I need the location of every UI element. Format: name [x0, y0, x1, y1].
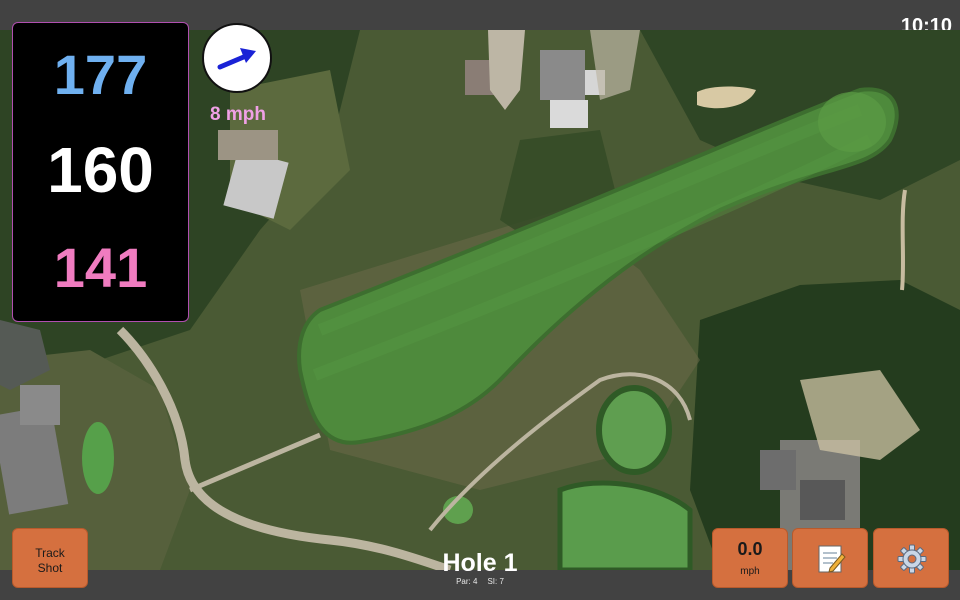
settings-button[interactable] [873, 528, 949, 588]
shot-speed-unit: mph [740, 566, 760, 577]
wind-indicator [202, 23, 272, 93]
par-label: Par: 4 [456, 577, 478, 586]
shot-speed-value: 0.0 [737, 539, 763, 559]
gear-icon [897, 544, 927, 574]
track-shot-button[interactable]: Track Shot [12, 528, 88, 588]
back-distance: 177 [53, 43, 148, 106]
yardage-panel: 177 160 141 [12, 22, 189, 322]
notepad-icon [818, 545, 846, 573]
track-shot-label-line2: Shot [37, 561, 63, 575]
hole-title: Hole 1 [442, 549, 518, 577]
stroke-index-label: SI: 7 [487, 577, 504, 586]
adjacent-green [596, 385, 672, 475]
green-target [818, 92, 886, 152]
hole-info: Par: 4 SI: 7 [400, 577, 560, 586]
wind-speed-label: 8 mph [210, 104, 266, 125]
middle-distance: 160 [47, 134, 154, 206]
shot-speed-button[interactable]: 0.0 mph [712, 528, 788, 588]
notes-button[interactable] [792, 528, 868, 588]
track-shot-label-line1: Track [35, 546, 65, 560]
front-distance: 141 [53, 236, 148, 299]
wind-arrow-icon [217, 48, 256, 70]
